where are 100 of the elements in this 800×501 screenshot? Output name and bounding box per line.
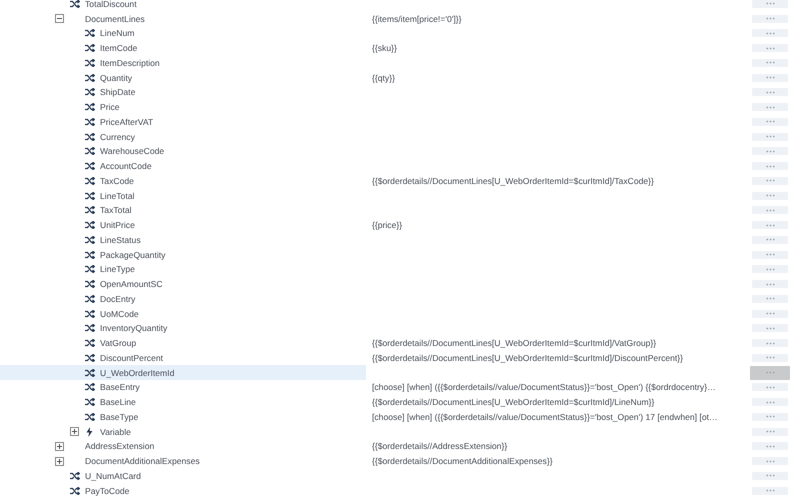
dots-icon <box>766 238 774 242</box>
node-label[interactable]: PriceAfterVAT <box>100 116 154 127</box>
dots-icon <box>766 312 774 316</box>
node-label[interactable]: BaseEntry <box>100 382 140 392</box>
more-button[interactable] <box>752 472 788 480</box>
dots-icon <box>766 150 774 153</box>
node-label[interactable]: DocEntry <box>100 294 136 304</box>
more-button[interactable] <box>752 250 788 259</box>
more-button[interactable] <box>752 192 788 200</box>
more-button[interactable] <box>752 0 788 8</box>
node-label[interactable]: Variable <box>100 426 131 437</box>
more-button[interactable] <box>752 147 788 156</box>
dots-icon <box>766 444 774 448</box>
node-label[interactable]: DiscountPercent <box>100 352 164 363</box>
node-label[interactable]: U_WebOrderItemId <box>100 368 174 378</box>
shuffle-icon <box>84 74 94 82</box>
more-button[interactable] <box>752 103 788 112</box>
more-button[interactable] <box>752 486 788 495</box>
node-label[interactable]: OpenAmountSC <box>100 279 163 290</box>
more-button[interactable] <box>752 221 788 230</box>
more-button[interactable] <box>752 58 788 67</box>
shuffle-icon <box>70 472 80 480</box>
more-button[interactable] <box>752 118 788 126</box>
more-button[interactable] <box>752 74 788 82</box>
more-button[interactable] <box>752 206 788 214</box>
node-label[interactable]: PackageQuantity <box>100 250 166 260</box>
dots-icon <box>766 489 774 492</box>
shuffle-icon <box>84 88 94 96</box>
node-label[interactable]: LineStatus <box>100 234 141 245</box>
shuffle-icon <box>84 192 94 200</box>
dots-icon <box>766 135 774 138</box>
dots-icon <box>766 430 774 434</box>
dots-icon <box>766 371 774 374</box>
more-button[interactable] <box>752 44 788 52</box>
shuffle-icon <box>84 339 94 348</box>
mapping-expression: {{$orderdetails//DocumentAdditionalExpenses}} <box>372 456 553 466</box>
node-label[interactable]: ItemCode <box>100 43 138 54</box>
collapse-icon[interactable] <box>55 14 64 24</box>
dots-icon <box>766 400 774 404</box>
dots-icon <box>766 76 774 80</box>
shuffle-icon <box>84 412 94 421</box>
dots-icon <box>766 208 774 212</box>
more-button[interactable] <box>752 280 788 288</box>
more-button[interactable] <box>752 132 788 141</box>
more-button[interactable] <box>752 29 788 38</box>
node-label[interactable]: TaxTotal <box>100 205 132 216</box>
dots-icon <box>766 460 774 463</box>
more-button[interactable] <box>752 339 788 348</box>
more-button[interactable] <box>752 428 788 436</box>
node-label[interactable]: Price <box>100 102 120 112</box>
more-button[interactable] <box>752 236 788 244</box>
node-label[interactable]: WarehouseCode <box>100 146 164 156</box>
more-button[interactable] <box>750 366 790 380</box>
more-button[interactable] <box>752 310 788 318</box>
mapping-expression: {{items/item[price!='0']}} <box>372 14 462 24</box>
node-label[interactable]: LineType <box>100 264 135 274</box>
more-button[interactable] <box>752 176 788 185</box>
node-label[interactable]: ShipDate <box>100 87 136 98</box>
shuffle-icon <box>84 206 94 214</box>
node-label[interactable]: AccountCode <box>100 161 152 172</box>
mapping-expression: {{qty}} <box>372 72 395 83</box>
node-label[interactable]: PayToCode <box>85 486 130 496</box>
node-label[interactable]: BaseType <box>100 412 138 422</box>
node-label[interactable]: LineTotal <box>100 190 134 201</box>
more-button[interactable] <box>752 14 788 23</box>
node-label[interactable]: ItemDescription <box>100 58 160 68</box>
expand-icon[interactable] <box>55 442 64 451</box>
more-button[interactable] <box>752 324 788 332</box>
node-label[interactable]: LineNum <box>100 28 134 38</box>
node-label[interactable]: UoMCode <box>100 308 139 319</box>
node-label[interactable]: InventoryQuantity <box>100 323 168 334</box>
node-label[interactable]: Quantity <box>100 72 132 83</box>
node-label[interactable]: DocumentAdditionalExpenses <box>85 456 200 466</box>
expand-icon[interactable] <box>70 427 79 436</box>
mapping-expression: [choose] [when] ({{$orderdetails//value/DocumentStatus}}='bost_Open') 17 [endwhen] [ot… <box>372 412 718 422</box>
node-label[interactable]: VatGroup <box>100 338 136 348</box>
node-label[interactable]: UnitPrice <box>100 220 135 230</box>
more-button[interactable] <box>752 265 788 274</box>
more-button[interactable] <box>752 294 788 303</box>
dots-icon <box>766 224 774 227</box>
node-label[interactable]: Currency <box>100 132 135 142</box>
more-button[interactable] <box>752 457 788 466</box>
node-label[interactable]: AddressExtension <box>85 441 154 452</box>
mapping-expression: {{sku}} <box>372 43 397 54</box>
more-button[interactable] <box>752 383 788 392</box>
more-button[interactable] <box>752 88 788 96</box>
more-button[interactable] <box>752 162 788 170</box>
dots-icon <box>766 164 774 168</box>
dots-icon <box>766 415 774 418</box>
expand-icon[interactable] <box>55 456 64 466</box>
node-label[interactable]: TaxCode <box>100 176 134 186</box>
node-label[interactable]: U_NumAtCard <box>85 470 141 481</box>
node-label[interactable]: DocumentLines <box>85 14 145 24</box>
more-button[interactable] <box>752 354 788 362</box>
shuffle-icon <box>84 368 94 377</box>
more-button[interactable] <box>752 398 788 406</box>
more-button[interactable] <box>752 412 788 421</box>
node-label[interactable]: BaseLine <box>100 397 136 408</box>
more-button[interactable] <box>752 442 788 450</box>
node-label[interactable]: TotalDiscount <box>85 0 137 9</box>
